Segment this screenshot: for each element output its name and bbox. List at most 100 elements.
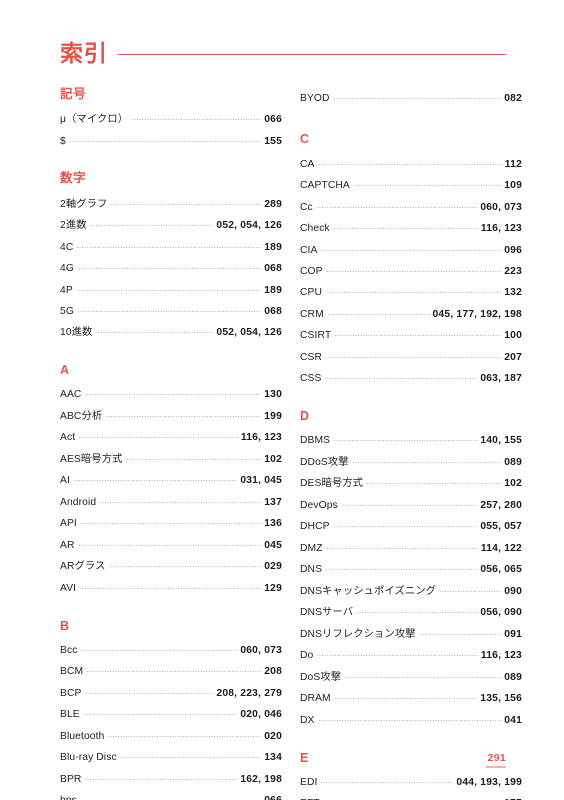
entry-term: CIA: [300, 244, 318, 256]
index-entry[interactable]: Cc 060, 073: [300, 197, 522, 218]
index-entry[interactable]: BPR 162, 198: [60, 769, 282, 790]
leader-dots: [105, 415, 262, 417]
entry-term: ABC分析: [60, 410, 103, 422]
index-section: A AAC 130 ABC分析 199 Act 116, 123 AES暗号方式 102 AI 03…: [60, 364, 282, 599]
entry-page-numbers: 129: [264, 582, 282, 594]
entry-page-numbers: 155: [264, 135, 282, 147]
entry-term: DNSサーバ: [300, 607, 354, 619]
index-entry[interactable]: CSR 207: [300, 347, 522, 368]
index-section: BYOD 082: [300, 88, 522, 109]
index-entry[interactable]: API 136: [60, 514, 282, 535]
entry-term: AAC: [60, 389, 82, 401]
index-entry[interactable]: AI 031, 045: [60, 471, 282, 492]
index-entry[interactable]: Android 137: [60, 492, 282, 513]
index-entry[interactable]: 4G 068: [60, 258, 282, 279]
index-entry[interactable]: Bluetooth 020: [60, 726, 282, 747]
entry-page-numbers: 020, 046: [240, 709, 282, 721]
index-entry[interactable]: AVI 129: [60, 578, 282, 599]
index-entry[interactable]: Blu-ray Disc 134: [60, 748, 282, 769]
entry-term: CAPTCHA: [300, 180, 350, 192]
leader-dots: [77, 544, 262, 546]
index-entry[interactable]: CAPTCHA 109: [300, 175, 522, 196]
index-entry[interactable]: 2軸グラフ 289: [60, 194, 282, 215]
index-entry[interactable]: DES暗号方式 102: [300, 474, 522, 495]
index-entry[interactable]: 10進数 052, 054, 126: [60, 323, 282, 344]
section-heading: B: [60, 618, 70, 633]
index-entry[interactable]: ABC分析 199: [60, 406, 282, 427]
index-entry[interactable]: ARグラス 029: [60, 557, 282, 578]
entry-page-numbers: 223: [504, 266, 522, 277]
index-entry[interactable]: DNS 056, 065: [300, 560, 522, 581]
entry-page-numbers: 091: [504, 628, 522, 640]
section-heading: 数字: [60, 171, 87, 186]
entry-term: Do: [300, 650, 314, 662]
leader-dots: [79, 587, 262, 589]
index-entry[interactable]: Bcc 060, 073: [60, 640, 282, 661]
index-entry[interactable]: CA 112: [300, 154, 522, 175]
index-entry[interactable]: DNSサーバ 056, 090: [300, 603, 522, 624]
section-heading: A: [60, 363, 70, 378]
leader-dots: [340, 504, 478, 506]
entry-term: Blu-ray Disc: [60, 752, 117, 764]
leader-dots: [332, 228, 478, 230]
index-entry[interactable]: DBMS 140, 155: [300, 431, 522, 452]
leader-dots: [80, 649, 238, 651]
leader-dots: [316, 655, 478, 657]
index-entry[interactable]: CSS 063, 187: [300, 369, 522, 390]
leader-dots: [76, 268, 262, 270]
leader-dots: [95, 332, 214, 334]
entry-term: CRM: [300, 308, 324, 320]
entry-page-numbers: 089: [504, 456, 522, 468]
entry-page-numbers: 096: [504, 244, 522, 256]
index-entry[interactable]: BCP 208, 223, 279: [60, 683, 282, 704]
entry-term: DoS攻撃: [300, 671, 342, 683]
index-entry[interactable]: DHCP 055, 057: [300, 517, 522, 538]
leader-dots: [333, 698, 478, 700]
index-entry[interactable]: DNSキャッシュポイズニング 090: [300, 581, 522, 602]
index-entry[interactable]: BCM 208: [60, 662, 282, 683]
index-entry[interactable]: DNSリフレクション攻撃 091: [300, 624, 522, 645]
index-entry[interactable]: μ（マイクロ） 066: [60, 110, 282, 131]
index-entry[interactable]: 2進数 052, 054, 126: [60, 215, 282, 236]
index-entry[interactable]: CIA 096: [300, 240, 522, 261]
index-entry[interactable]: EDI 044, 193, 199: [300, 772, 522, 793]
index-entry[interactable]: AR 045: [60, 535, 282, 556]
index-entry[interactable]: bps 066: [60, 791, 282, 800]
index-entry[interactable]: BYOD 082: [300, 88, 522, 109]
index-entry[interactable]: AAC 130: [60, 385, 282, 406]
entry-term: DX: [300, 714, 315, 726]
index-entry[interactable]: 4C 189: [60, 237, 282, 258]
index-entry[interactable]: BLE 020, 046: [60, 705, 282, 726]
index-entry[interactable]: AES暗号方式 102: [60, 449, 282, 470]
index-entry[interactable]: Check 116, 123: [300, 218, 522, 239]
index-entry[interactable]: Do 116, 123: [300, 646, 522, 667]
index-entry[interactable]: DRAM 135, 156: [300, 689, 522, 710]
index-entry[interactable]: CPU 132: [300, 283, 522, 304]
index-entry[interactable]: Act 116, 123: [60, 428, 282, 449]
index-entry[interactable]: CSIRT 100: [300, 326, 522, 347]
entry-page-numbers: 137: [264, 496, 282, 508]
index-entry[interactable]: $155: [60, 131, 282, 152]
leader-dots: [317, 163, 502, 165]
index-entry[interactable]: EFT175: [300, 794, 522, 800]
leader-dots: [110, 203, 262, 205]
index-entry[interactable]: CRM 045, 177, 192, 198: [300, 304, 522, 325]
index-entry[interactable]: DoS攻撃 089: [300, 667, 522, 688]
entry-term: DNSキャッシュポイズニング: [300, 585, 437, 597]
index-entry[interactable]: 4P 189: [60, 280, 282, 301]
leader-dots: [439, 590, 502, 592]
entry-page-numbers: 114, 122: [480, 542, 522, 554]
index-entry[interactable]: DDoS攻撃 089: [300, 452, 522, 473]
entry-term: DNS: [300, 564, 323, 576]
index-entry[interactable]: DX 041: [300, 710, 522, 731]
index-entry[interactable]: 5G 068: [60, 301, 282, 322]
leader-dots: [325, 547, 478, 549]
index-entry[interactable]: COP 223: [300, 261, 522, 282]
index-section: D DBMS 140, 155 DDoS攻撃 089 DES暗号方式 102 DevOps 25…: [300, 410, 522, 731]
entry-page-numbers: 056, 065: [480, 564, 522, 576]
index-entry[interactable]: DevOps 257, 280: [300, 495, 522, 516]
leader-dots: [356, 612, 478, 614]
index-entry[interactable]: DMZ 114, 122: [300, 538, 522, 559]
entry-page-numbers: 207: [504, 351, 522, 363]
entry-term: DES暗号方式: [300, 478, 364, 490]
